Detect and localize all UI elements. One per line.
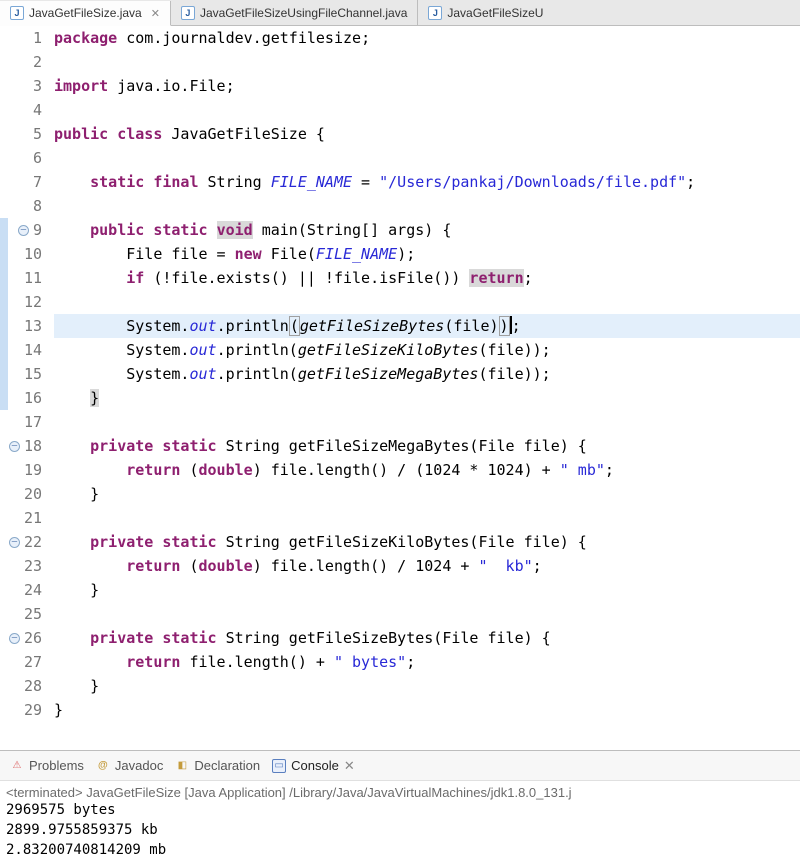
bottom-panel: ⚠ Problems @ Javadoc ◧ Declaration ▭ Con…: [0, 750, 800, 864]
tab-label: Declaration: [194, 758, 260, 773]
tab-label: Javadoc: [115, 758, 163, 773]
code-editor[interactable]: 12345678–91011121314151617–18192021–2223…: [0, 26, 800, 750]
tab-label: Console: [291, 758, 339, 773]
fold-toggle-icon[interactable]: –: [9, 537, 20, 548]
tab-file-1[interactable]: J JavaGetFileSize.java ✕: [0, 1, 171, 26]
tab-javadoc[interactable]: @ Javadoc: [96, 758, 163, 773]
console-line: 2899.9755859375 kb: [6, 820, 794, 840]
tab-console[interactable]: ▭ Console ✕: [272, 758, 355, 774]
tab-label: Problems: [29, 758, 84, 773]
close-icon[interactable]: ✕: [344, 758, 355, 774]
console-icon: ▭: [272, 759, 286, 773]
tab-problems[interactable]: ⚠ Problems: [10, 758, 84, 773]
tab-label: JavaGetFileSizeUsingFileChannel.java: [200, 6, 407, 20]
console-line: 2969575 bytes: [6, 800, 794, 820]
fold-toggle-icon[interactable]: –: [9, 441, 20, 452]
declaration-icon: ◧: [175, 759, 189, 773]
tab-label: JavaGetFileSize.java: [29, 6, 142, 20]
close-icon[interactable]: ✕: [151, 7, 160, 20]
fold-toggle-icon[interactable]: –: [9, 633, 20, 644]
tab-declaration[interactable]: ◧ Declaration: [175, 758, 260, 773]
java-file-icon: J: [428, 6, 442, 20]
fold-toggle-icon[interactable]: –: [18, 225, 29, 236]
tab-file-2[interactable]: J JavaGetFileSizeUsingFileChannel.java: [171, 0, 418, 25]
line-gutter: 12345678–91011121314151617–18192021–2223…: [0, 26, 48, 750]
view-tabbar: ⚠ Problems @ Javadoc ◧ Declaration ▭ Con…: [0, 751, 800, 781]
editor-tabbar: J JavaGetFileSize.java ✕ J JavaGetFileSi…: [0, 0, 800, 26]
tab-label: JavaGetFileSizeU: [447, 6, 543, 20]
code-area[interactable]: package com.journaldev.getfilesize;impor…: [48, 26, 800, 750]
warning-icon: ⚠: [10, 759, 24, 773]
console-line: 2.83200740814209 mb: [6, 840, 794, 860]
java-file-icon: J: [181, 6, 195, 20]
at-icon: @: [96, 759, 110, 773]
tab-file-3[interactable]: J JavaGetFileSizeU: [418, 0, 553, 25]
console-output[interactable]: <terminated> JavaGetFileSize [Java Appli…: [0, 781, 800, 864]
console-header: <terminated> JavaGetFileSize [Java Appli…: [6, 785, 794, 800]
java-file-icon: J: [10, 6, 24, 20]
